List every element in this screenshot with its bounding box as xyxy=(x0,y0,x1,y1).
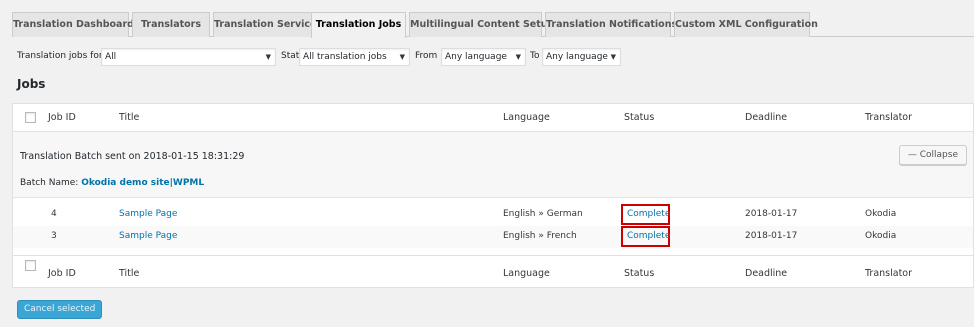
cancel-selected-button[interactable]: Cancel selected xyxy=(17,300,103,319)
column-status: Status xyxy=(624,268,655,279)
select-all-checkbox-footer[interactable] xyxy=(25,260,36,271)
job-title-link[interactable]: Sample Page xyxy=(119,231,177,241)
column-translator: Translator xyxy=(865,268,913,279)
filter-bar: Translation jobs for: All ▼ Status All t… xyxy=(17,48,974,66)
job-title-link[interactable]: Sample Page xyxy=(119,209,177,219)
translator-cell: Okodia xyxy=(865,231,897,241)
language-cell: English » German xyxy=(503,209,583,219)
to-value: Any language xyxy=(546,52,608,62)
tab-translation-services[interactable]: Translation Services xyxy=(213,12,322,37)
job-id-cell: 3 xyxy=(51,231,57,241)
tab-multilingual-content-setup[interactable]: Multilingual Content Setup xyxy=(409,12,554,37)
language-cell: English » French xyxy=(503,231,577,241)
column-translator: Translator xyxy=(865,112,913,123)
dropdown-arrow-icon: ▼ xyxy=(610,53,616,61)
status-select[interactable]: All translation jobs ▼ xyxy=(299,48,410,66)
column-title[interactable]: Title xyxy=(119,112,139,123)
job-id-cell: 4 xyxy=(51,209,57,219)
column-job-id[interactable]: Job ID xyxy=(48,112,76,123)
column-deadline: Deadline xyxy=(745,268,788,279)
from-language-select[interactable]: Any language ▼ xyxy=(441,48,526,66)
tab-translation-jobs[interactable]: Translation Jobs xyxy=(311,12,406,38)
jobs-for-select[interactable]: All ▼ xyxy=(101,48,276,66)
deadline-cell: 2018-01-17 xyxy=(745,231,798,241)
select-all-checkbox[interactable] xyxy=(25,112,36,123)
column-language: Language xyxy=(503,268,550,279)
translator-cell: Okodia xyxy=(865,209,897,219)
batch-group: Translation Batch sent on 2018-01-15 18:… xyxy=(13,132,973,198)
batch-name: Batch Name: Okodia demo site|WPML xyxy=(20,178,204,188)
jobs-for-value: All xyxy=(105,52,117,62)
column-title[interactable]: Title xyxy=(119,268,139,279)
to-label: To xyxy=(530,51,540,61)
table-header: Job ID Title Language Status Deadline Tr… xyxy=(13,104,973,132)
table-row: 3 Sample Page English » French Complete … xyxy=(13,226,973,248)
status-highlight-box: Complete xyxy=(621,226,670,247)
jobs-table: Job ID Title Language Status Deadline Tr… xyxy=(12,103,974,288)
status-link[interactable]: Complete xyxy=(627,209,670,219)
status-highlight-box: Complete xyxy=(621,204,670,225)
from-label: From xyxy=(415,51,438,61)
column-language: Language xyxy=(503,112,550,123)
dropdown-arrow-icon: ▼ xyxy=(265,53,271,61)
status-value: All translation jobs xyxy=(303,52,387,62)
jobs-for-label: Translation jobs for: xyxy=(17,51,106,61)
table-footer: Job ID Title Language Status Deadline Tr… xyxy=(13,255,973,283)
tab-bar: Translation Dashboard Translators Transl… xyxy=(12,12,974,38)
dropdown-arrow-icon: ▼ xyxy=(515,53,521,61)
batch-name-link[interactable]: Okodia demo site|WPML xyxy=(81,178,204,188)
from-value: Any language xyxy=(445,52,507,62)
column-deadline: Deadline xyxy=(745,112,788,123)
table-row: 4 Sample Page English » German Complete … xyxy=(13,204,973,226)
tab-translators[interactable]: Translators xyxy=(132,12,210,37)
tab-translation-dashboard[interactable]: Translation Dashboard xyxy=(12,12,134,37)
column-job-id[interactable]: Job ID xyxy=(48,268,76,279)
batch-title: Translation Batch sent on 2018-01-15 18:… xyxy=(20,151,245,162)
tab-translation-notifications[interactable]: Translation Notifications xyxy=(545,12,677,37)
column-status: Status xyxy=(624,112,655,123)
status-link[interactable]: Complete xyxy=(627,231,670,241)
to-language-select[interactable]: Any language ▼ xyxy=(542,48,621,66)
tab-custom-xml-configuration[interactable]: Custom XML Configuration xyxy=(674,12,818,37)
batch-name-label: Batch Name: xyxy=(20,178,79,188)
collapse-button[interactable]: — Collapse xyxy=(898,145,967,165)
jobs-heading: Jobs xyxy=(17,77,46,91)
dropdown-arrow-icon: ▼ xyxy=(399,53,405,61)
deadline-cell: 2018-01-17 xyxy=(745,209,798,219)
